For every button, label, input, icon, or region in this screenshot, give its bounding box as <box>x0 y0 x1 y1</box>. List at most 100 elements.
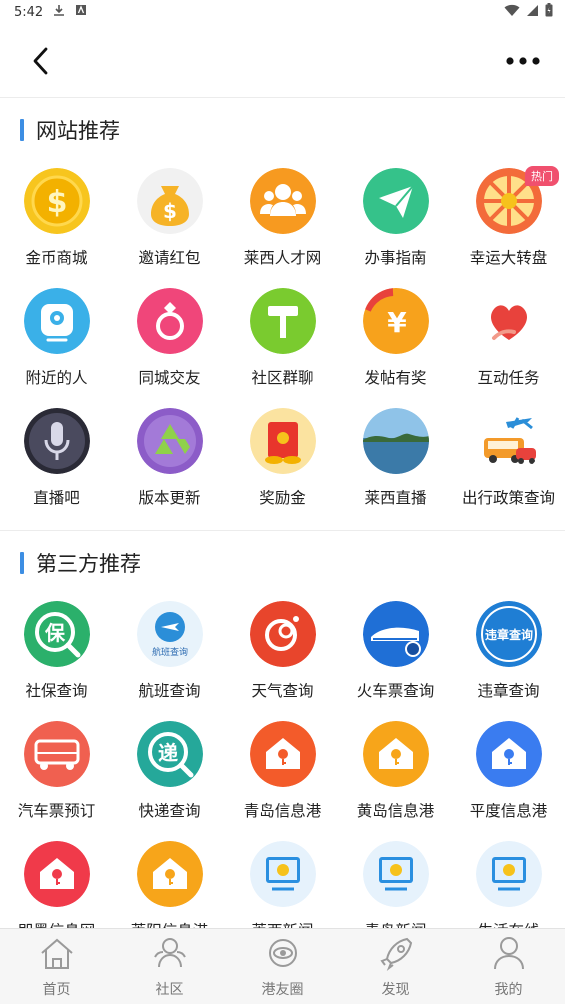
train-icon <box>362 601 429 667</box>
grid-tile-travel-bus-plane[interactable]: 出行政策查询 <box>452 402 565 522</box>
signal-icon <box>526 4 539 21</box>
grid-tile-yen-reward[interactable]: ¥ 发帖有奖 <box>339 282 452 402</box>
tile-label: 违章查询 <box>477 682 540 700</box>
grid-tile-house-info[interactable]: 平度信息港 <box>452 715 565 835</box>
violation-icon: 违章查询 <box>475 601 542 667</box>
tile-label: 互动任务 <box>477 369 540 387</box>
house-info-icon <box>249 721 316 787</box>
house-info-icon <box>23 841 90 907</box>
grid-tile-express[interactable]: 递快递查询 <box>113 715 226 835</box>
tile-label: 发帖有奖 <box>364 369 427 387</box>
svg-text:航班查询: 航班查询 <box>151 646 187 658</box>
grid-tile-house-info[interactable]: 黄岛信息港 <box>339 715 452 835</box>
svg-text:递: 递 <box>158 741 178 765</box>
nav-label: 港友圈 <box>261 981 304 998</box>
back-button[interactable] <box>24 45 56 77</box>
tile-label: 邀请红包 <box>138 249 201 267</box>
nav-item-profile[interactable]: 我的 <box>452 929 565 1004</box>
planet-icon <box>264 935 302 975</box>
section-title-text: 第三方推荐 <box>36 552 141 576</box>
nav-item-home[interactable]: 首页 <box>0 929 113 1004</box>
grid-tile-prize-wheel[interactable]: 幸运大转盘 热门 <box>452 162 565 282</box>
recycle-icon <box>136 408 203 474</box>
grid-tile-bus[interactable]: 汽车票预订 <box>0 715 113 835</box>
grid-tile-social-security[interactable]: 保社保查询 <box>0 595 113 715</box>
tile-label: 天气查询 <box>251 682 314 700</box>
rocket-icon <box>377 935 415 975</box>
grid-tile-money-bag[interactable]: $ 邀请红包 <box>113 162 226 282</box>
tile-label: 社区群聊 <box>251 369 314 387</box>
grid-tile-heart-hand[interactable]: 互动任务 <box>452 282 565 402</box>
website-recommend-grid: $ 金币商城 $ 邀请红包 莱西人才网 办事指南 幸运大转盘 热门 附近的人 同城交友 社区群聊 ¥ 发… <box>0 162 565 522</box>
paper-plane-icon <box>362 168 429 234</box>
grid-tile-people-group[interactable]: 莱西人才网 <box>226 162 339 282</box>
lake-scenery-icon <box>362 408 429 474</box>
tile-label: 幸运大转盘 <box>469 249 548 267</box>
tile-label: 附近的人 <box>25 369 88 387</box>
status-bar: 5:42 <box>0 0 565 24</box>
svg-text:保: 保 <box>44 621 66 645</box>
grid-tile-location-pin[interactable]: 附近的人 <box>0 282 113 402</box>
tile-label: 平度信息港 <box>469 802 548 820</box>
grid-tile-paint-roller[interactable]: 社区群聊 <box>226 282 339 402</box>
location-pin-icon <box>23 288 90 354</box>
ring-icon <box>136 288 203 354</box>
tile-label: 办事指南 <box>364 249 427 267</box>
news-monitor-icon <box>249 841 316 907</box>
tile-label: 奖励金 <box>259 489 306 507</box>
hot-badge: 热门 <box>525 166 559 186</box>
nav-item-planet[interactable]: 港友圈 <box>226 929 339 1004</box>
grid-tile-weather[interactable]: 天气查询 <box>226 595 339 715</box>
chevron-left-icon <box>33 47 48 74</box>
grid-tile-recycle[interactable]: 版本更新 <box>113 402 226 522</box>
battery-icon <box>545 3 553 21</box>
grid-tile-train[interactable]: 火车票查询 <box>339 595 452 715</box>
nav-item-community[interactable]: 社区 <box>113 929 226 1004</box>
tile-label: 莱西直播 <box>364 489 427 507</box>
grid-tile-lake-scenery[interactable]: 莱西直播 <box>339 402 452 522</box>
profile-icon <box>490 935 528 975</box>
heart-hand-icon <box>476 288 542 354</box>
top-bar <box>0 24 565 98</box>
weather-icon <box>249 601 316 667</box>
yen-reward-icon: ¥ <box>362 288 429 354</box>
svg-text:$: $ <box>163 199 177 223</box>
nav-item-rocket[interactable]: 发现 <box>339 929 452 1004</box>
tile-label: 快递查询 <box>138 802 201 820</box>
news-monitor-icon <box>475 841 542 907</box>
social-security-icon: 保 <box>23 601 90 667</box>
people-group-icon <box>249 168 316 234</box>
tile-label: 火车票查询 <box>356 682 435 700</box>
bus-icon <box>23 721 90 787</box>
more-dots-icon <box>506 56 540 65</box>
grid-tile-violation[interactable]: 违章查询 违章查询 <box>452 595 565 715</box>
wifi-icon <box>504 4 520 21</box>
nav-label: 社区 <box>155 981 184 998</box>
tile-label: 版本更新 <box>138 489 201 507</box>
microphone-icon <box>23 408 90 474</box>
tile-label: 出行政策查询 <box>461 489 555 507</box>
app-notification-icon <box>75 4 87 20</box>
grid-tile-house-info[interactable]: 青岛信息港 <box>226 715 339 835</box>
grid-tile-red-envelope[interactable]: 奖励金 <box>226 402 339 522</box>
red-envelope-icon <box>249 408 316 474</box>
tile-label: 黄岛信息港 <box>356 802 435 820</box>
nav-label: 发现 <box>381 981 410 998</box>
download-icon <box>53 4 65 21</box>
tile-label: 社保查询 <box>25 682 88 700</box>
grid-tile-paper-plane[interactable]: 办事指南 <box>339 162 452 282</box>
tile-label: 直播吧 <box>33 489 80 507</box>
grid-tile-flight[interactable]: 航班查询 航班查询 <box>113 595 226 715</box>
third-party-grid: 保社保查询 航班查询 航班查询 天气查询 火车票查询 违章查询 违章查询 汽车票预订递快递查询… <box>0 595 565 955</box>
tile-label: 金币商城 <box>25 249 88 267</box>
grid-tile-ring[interactable]: 同城交友 <box>113 282 226 402</box>
nav-label: 首页 <box>42 981 71 998</box>
section-accent-bar <box>20 552 24 574</box>
svg-text:¥: ¥ <box>387 306 407 339</box>
news-monitor-icon <box>362 841 429 907</box>
grid-tile-gold-coin[interactable]: $ 金币商城 <box>0 162 113 282</box>
grid-tile-microphone[interactable]: 直播吧 <box>0 402 113 522</box>
svg-text:违章查询: 违章查询 <box>484 627 532 642</box>
more-options-button[interactable] <box>503 45 543 77</box>
section-accent-bar <box>20 119 24 141</box>
